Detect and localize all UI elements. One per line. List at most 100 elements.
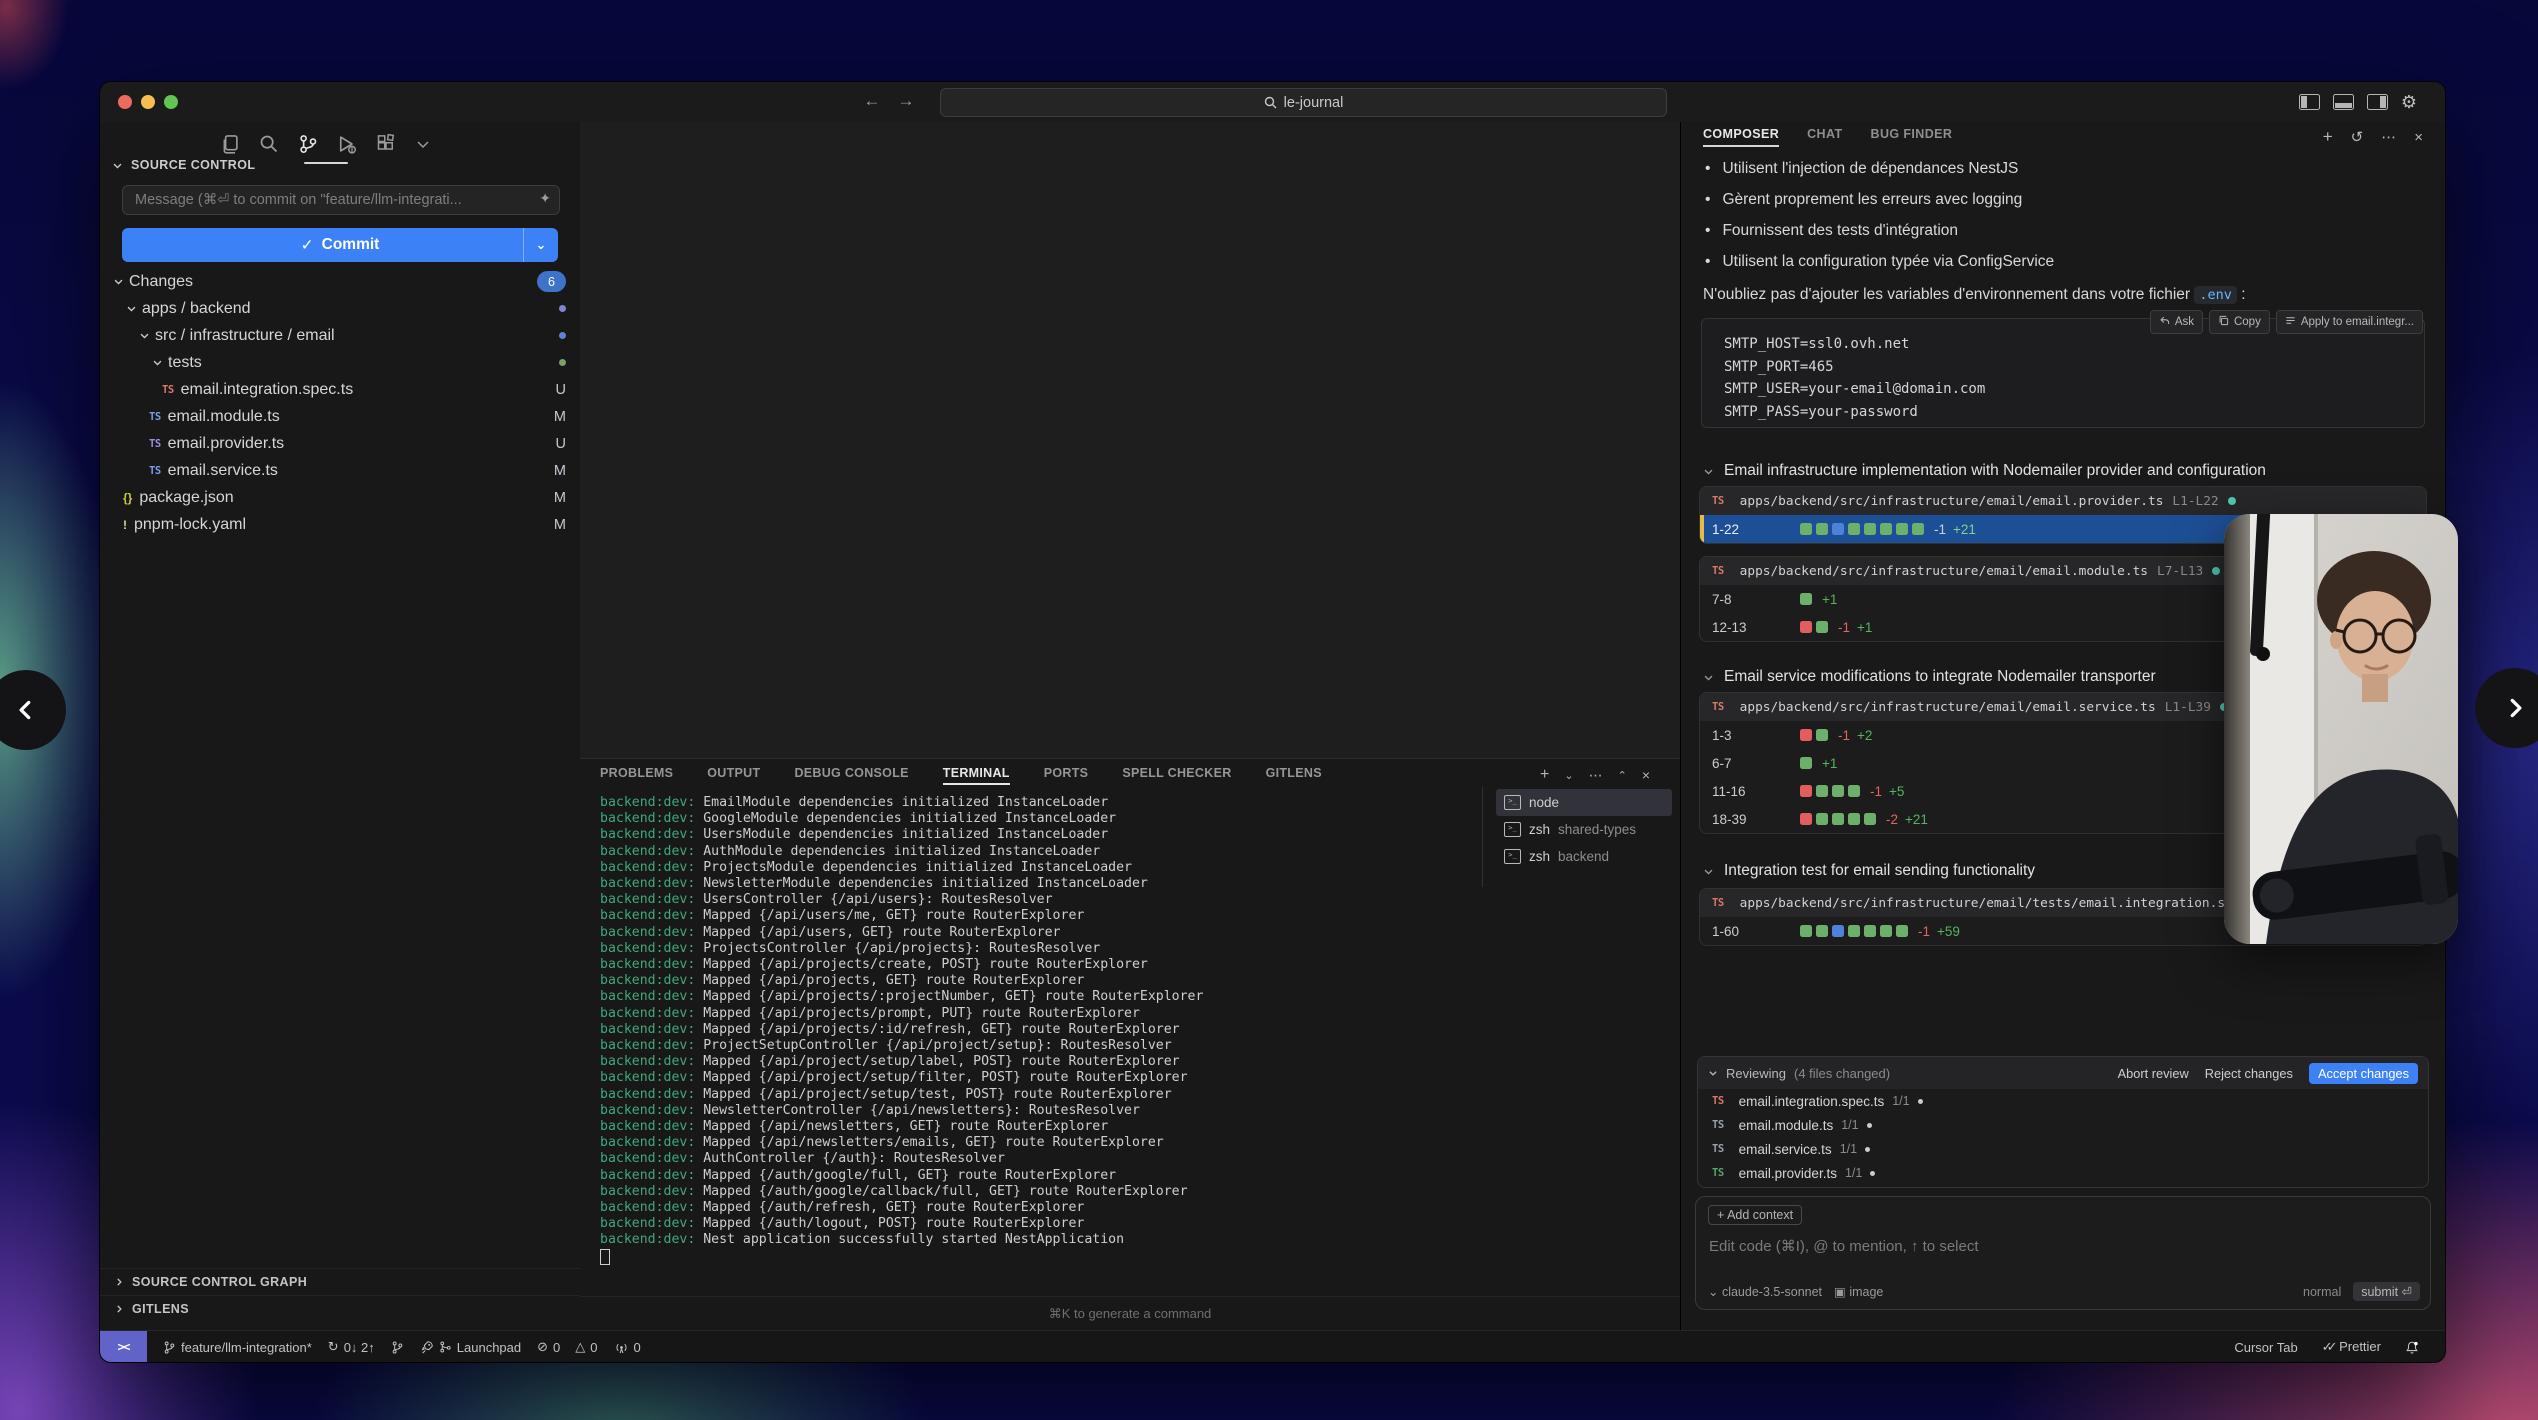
composer-tab-bug-finder[interactable]: BUG FINDER <box>1871 127 1953 147</box>
maximize-icon[interactable]: ⌃ <box>1618 769 1627 782</box>
tree-row[interactable]: {}package.jsonM <box>100 484 580 511</box>
composer-tab-composer[interactable]: COMPOSER <box>1703 127 1779 147</box>
sidebar-section-gitlens[interactable]: GITLENS <box>100 1295 580 1322</box>
tree-row[interactable]: !pnpm-lock.yamlM <box>100 511 580 538</box>
layout-panel-icon[interactable] <box>2333 94 2354 110</box>
close-window-button[interactable] <box>118 95 132 109</box>
more-icon[interactable]: ⋯ <box>1589 767 1603 784</box>
bullet-item: Utilisent l'injection de dépendances Nes… <box>1705 160 2405 178</box>
abort-review-button[interactable]: Abort review <box>2118 1066 2189 1081</box>
broadcast-indicator[interactable]: 0 <box>614 1340 641 1355</box>
source-control-icon[interactable] <box>298 134 318 154</box>
panel-tab-problems[interactable]: PROBLEMS <box>600 766 673 785</box>
commit-message-box[interactable]: ✦ <box>122 185 560 215</box>
terminal-session-node[interactable]: >_node <box>1496 789 1672 816</box>
history-back-button[interactable]: ← <box>860 91 884 111</box>
submit-button[interactable]: submit ⏎ <box>2353 1282 2420 1301</box>
webcam-overlay <box>2224 514 2458 944</box>
panel-tab-output[interactable]: OUTPUT <box>707 766 760 785</box>
panel-tab-debug-console[interactable]: DEBUG CONSOLE <box>794 766 908 785</box>
tree-row[interactable]: TSemail.module.tsM <box>100 403 580 430</box>
review-file-row[interactable]: TSemail.provider.ts1/1 <box>1698 1161 2428 1185</box>
tree-row[interactable]: Changes6 <box>100 268 580 295</box>
remote-indicator[interactable]: >< <box>100 1331 147 1362</box>
launchpad-item[interactable]: Launchpad <box>420 1340 521 1355</box>
files-icon[interactable] <box>220 134 240 154</box>
close-icon[interactable]: × <box>2414 129 2423 146</box>
diff-file-header[interactable]: TSapps/backend/src/infrastructure/email/… <box>1700 487 2426 515</box>
more-icon[interactable]: ⋯ <box>2381 128 2396 146</box>
chevron-right-icon <box>2502 695 2528 721</box>
env-file-chip[interactable]: .env <box>2194 286 2237 304</box>
chevron-down-icon[interactable]: ⌄ <box>1564 769 1573 782</box>
tree-row[interactable]: src / infrastructure / email <box>100 322 580 349</box>
bullet-item: Gèrent proprement les erreurs avec loggi… <box>1705 191 2405 209</box>
terminal-session-zsh-backend[interactable]: >_zshbackend <box>1496 843 1672 870</box>
source-control-section-header[interactable]: SOURCE CONTROL <box>112 158 255 172</box>
tree-row[interactable]: apps / backend <box>100 295 580 322</box>
search-icon[interactable] <box>259 134 279 154</box>
image-button[interactable]: ▣ image <box>1834 1284 1883 1299</box>
layout-sidebar-left-icon[interactable] <box>2299 94 2320 110</box>
code-action-copy[interactable]: Copy <box>2209 310 2270 334</box>
commit-message-input[interactable] <box>133 186 527 214</box>
unsaved-dot <box>1870 1171 1875 1176</box>
errors-indicator[interactable]: ⊘0 △0 <box>537 1339 597 1355</box>
extensions-icon[interactable] <box>376 134 396 154</box>
review-file-row[interactable]: TSemail.service.ts1/1 <box>1698 1137 2428 1161</box>
layout-sidebar-right-icon[interactable] <box>2367 94 2388 110</box>
typescript-file-icon: TS <box>1712 1095 1724 1107</box>
accept-changes-button[interactable]: Accept changes <box>2309 1063 2418 1084</box>
tree-row[interactable]: TSemail.service.tsM <box>100 457 580 484</box>
zoom-window-button[interactable] <box>164 95 178 109</box>
commit-dropdown-button[interactable]: ⌄ <box>523 228 558 262</box>
editor-empty-area[interactable] <box>580 122 1680 758</box>
nav-next-button[interactable] <box>2475 668 2538 748</box>
review-file-row[interactable]: TSemail.module.ts1/1 <box>1698 1113 2428 1137</box>
history-icon[interactable]: ↺ <box>2351 128 2364 146</box>
section-title: SOURCE CONTROL GRAPH <box>132 1275 307 1289</box>
branch-indicator[interactable]: feature/llm-integration* <box>163 1340 312 1355</box>
panel-tab-ports[interactable]: PORTS <box>1044 766 1089 785</box>
nav-previous-button[interactable] <box>0 670 66 750</box>
cursor-ide-window: ← → le-journal ⚙ <box>100 82 2445 1362</box>
close-icon[interactable]: × <box>1642 767 1650 783</box>
unsaved-dot <box>1867 1123 1872 1128</box>
sidebar-section-source-control-graph[interactable]: SOURCE CONTROL GRAPH <box>100 1268 580 1295</box>
terminal-session-zsh-shared-types[interactable]: >_zshshared-types <box>1496 816 1672 843</box>
reject-changes-button[interactable]: Reject changes <box>2205 1066 2293 1081</box>
tree-row[interactable]: TSemail.integration.spec.tsU <box>100 376 580 403</box>
panel-tab-gitlens[interactable]: GITLENS <box>1266 766 1322 785</box>
composer-input-box[interactable]: + Add context Edit code (⌘I), @ to menti… <box>1695 1196 2431 1310</box>
debug-icon[interactable] <box>337 134 357 154</box>
commit-button[interactable]: ✓ Commit ⌄ <box>122 228 558 262</box>
history-forward-button[interactable]: → <box>894 91 918 111</box>
minimize-window-button[interactable] <box>141 95 155 109</box>
file-status: M <box>554 463 566 479</box>
add-context-button[interactable]: + Add context <box>1708 1205 1802 1225</box>
source-control-status-icon[interactable] <box>391 1340 404 1355</box>
sparkle-ai-icon[interactable]: ✦ <box>539 190 551 207</box>
code-action-ask[interactable]: Ask <box>2150 310 2203 334</box>
env-code-block[interactable]: SMTP_HOST=ssl0.ovh.net SMTP_PORT=465 SMT… <box>1701 318 2425 428</box>
prettier-item[interactable]: ✓✓ Prettier <box>2322 1339 2381 1355</box>
add-terminal-icon[interactable]: + <box>1540 766 1549 784</box>
cursor-tab-item[interactable]: Cursor Tab <box>2234 1340 2297 1355</box>
sync-indicator[interactable]: ↻0↓ 2↑ <box>328 1339 375 1355</box>
tree-row[interactable]: tests <box>100 349 580 376</box>
diff-section-title[interactable]: Email infrastructure implementation with… <box>1703 462 2413 480</box>
model-selector[interactable]: ⌄ claude-3.5-sonnet <box>1708 1284 1822 1299</box>
code-action-apply[interactable]: Apply to email.integr... <box>2276 310 2423 334</box>
tree-row[interactable]: TSemail.provider.tsU <box>100 430 580 457</box>
chevron-down-icon[interactable] <box>415 136 431 152</box>
notifications-bell-icon[interactable] <box>2405 1340 2419 1355</box>
panel-tab-spell-checker[interactable]: SPELL CHECKER <box>1122 766 1231 785</box>
add-icon[interactable]: + <box>2323 127 2333 147</box>
settings-gear-icon[interactable]: ⚙ <box>2401 93 2417 111</box>
review-file-row[interactable]: TSemail.integration.spec.ts1/1 <box>1698 1089 2428 1113</box>
panel-tab-terminal[interactable]: TERMINAL <box>943 766 1010 785</box>
tree-label: email.module.ts <box>168 408 280 426</box>
composer-tab-chat[interactable]: CHAT <box>1807 127 1842 147</box>
command-center-search[interactable]: le-journal <box>940 88 1667 117</box>
chevron-down-icon[interactable] <box>1708 1068 1718 1078</box>
